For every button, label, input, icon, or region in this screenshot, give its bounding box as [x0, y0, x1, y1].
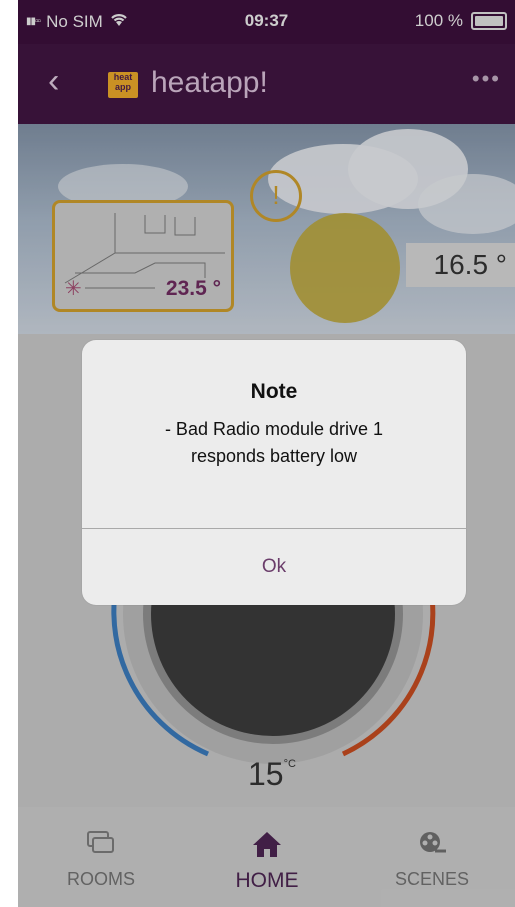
alert-message: - Bad Radio module drive 1 responds batt… [112, 416, 436, 470]
phone-screen: ▮▮▫▫ No SIM 09:37 100 % ‹ heat app heata… [18, 0, 515, 907]
alert-title: Note [250, 380, 298, 403]
ok-button[interactable]: Ok [82, 529, 466, 605]
alert-message-line1: - Bad Radio module drive 1 [164, 419, 384, 439]
alert-message-line2: responds battery low [190, 446, 358, 466]
alert-dialog: Note - Bad Radio module drive 1 responds… [82, 340, 466, 605]
